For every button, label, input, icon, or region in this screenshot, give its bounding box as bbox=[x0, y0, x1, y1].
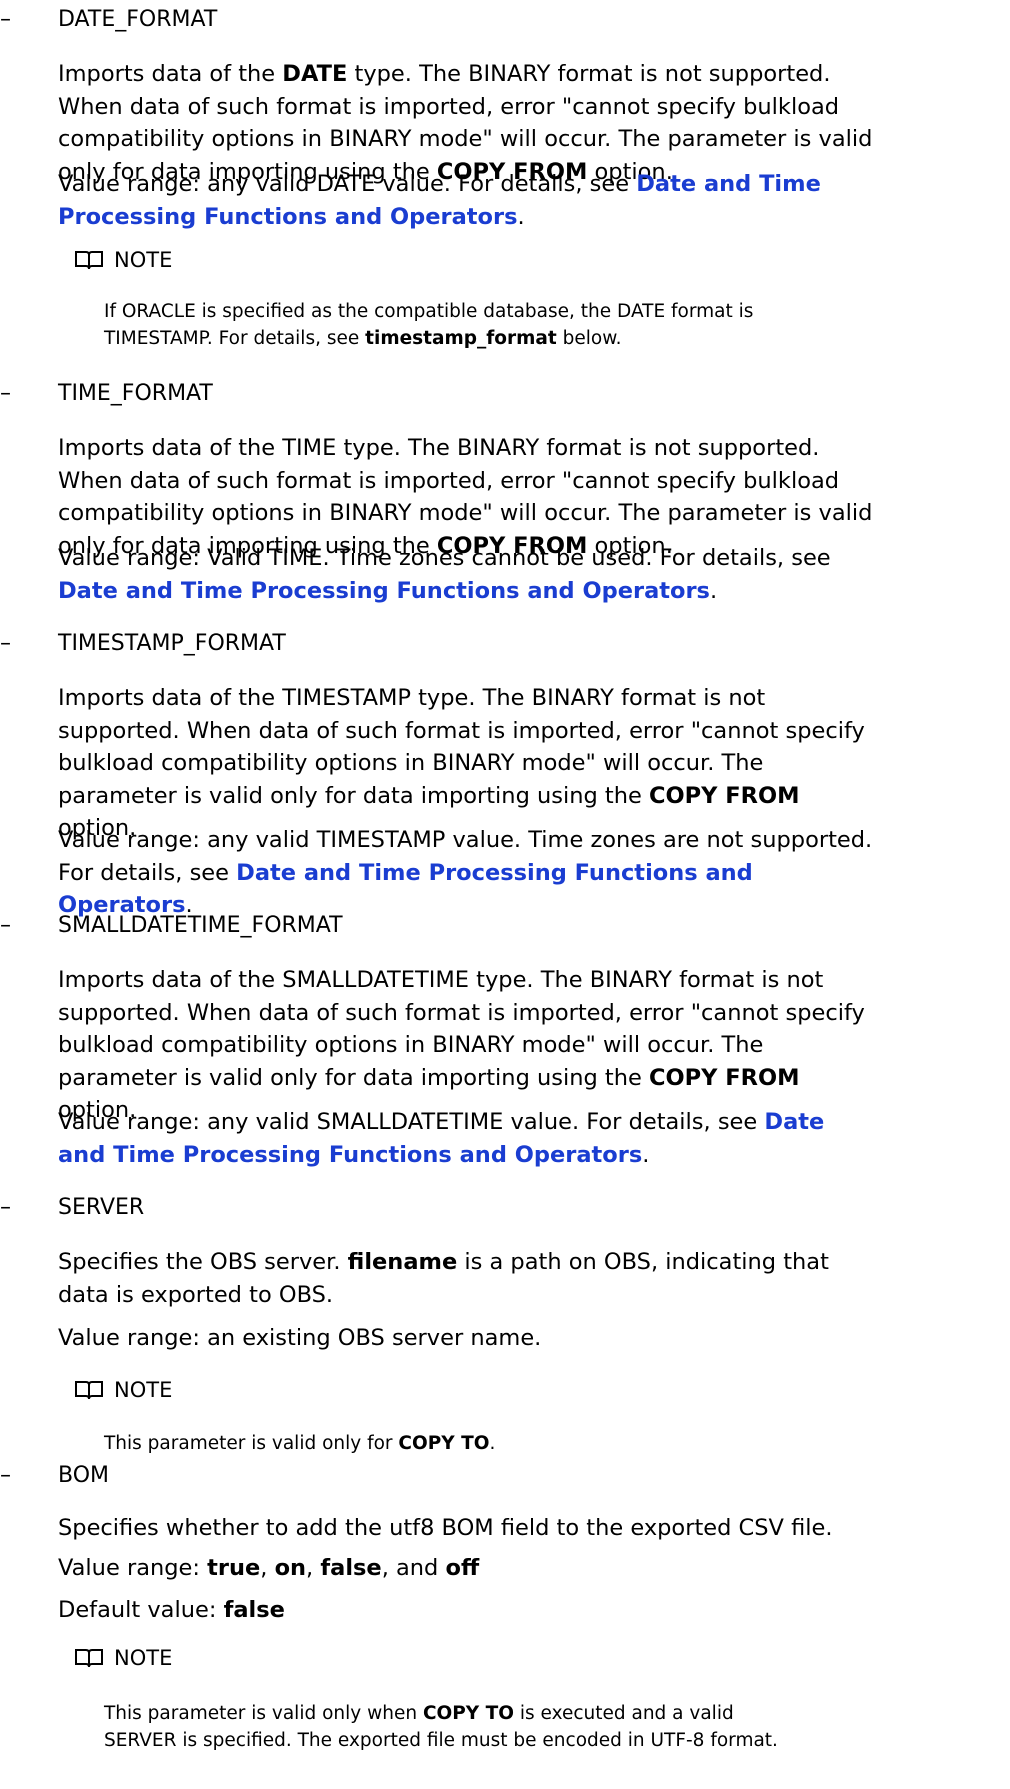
note-label: NOTE bbox=[114, 1378, 173, 1402]
param-value-range: Value range: Valid TIME. Time zones cann… bbox=[58, 545, 831, 604]
book-icon bbox=[75, 1381, 103, 1400]
param-value-range: Value range: any valid DATE value. For d… bbox=[58, 171, 821, 230]
document-page: – DATE_FORMAT Imports data of the DATE t… bbox=[0, 0, 1010, 1789]
param-title: TIMESTAMP_FORMAT bbox=[58, 631, 286, 656]
list-dash: – bbox=[0, 631, 11, 656]
note-heading: NOTE bbox=[74, 1644, 172, 1672]
list-dash: – bbox=[0, 1463, 11, 1488]
list-dash: – bbox=[0, 7, 11, 32]
param-title: TIME_FORMAT bbox=[58, 381, 213, 406]
note-label: NOTE bbox=[114, 1646, 173, 1670]
note-label: NOTE bbox=[114, 248, 173, 272]
list-dash: – bbox=[0, 1195, 11, 1220]
param-description: Imports data of the TIMESTAMP type. The … bbox=[58, 685, 865, 841]
param-title: BOM bbox=[58, 1463, 110, 1488]
param-value-range: Value range: an existing OBS server name… bbox=[58, 1325, 542, 1351]
param-default-value: Default value: false bbox=[58, 1597, 285, 1623]
list-dash: – bbox=[0, 913, 11, 938]
param-description: Specifies the OBS server. filename is a … bbox=[58, 1249, 829, 1308]
note-text: If ORACLE is specified as the compatible… bbox=[104, 301, 754, 349]
param-value-range: Value range: true, on, false, and off bbox=[58, 1555, 480, 1581]
list-dash: – bbox=[0, 381, 11, 406]
param-title: SERVER bbox=[58, 1195, 145, 1220]
book-icon bbox=[75, 251, 103, 270]
note-text: This parameter is valid only when COPY T… bbox=[104, 1703, 778, 1751]
param-value-range: Value range: any valid TIMESTAMP value. … bbox=[58, 827, 873, 918]
param-description: Imports data of the SMALLDATETIME type. … bbox=[58, 967, 865, 1123]
param-title: SMALLDATETIME_FORMAT bbox=[58, 913, 343, 938]
param-description: Specifies whether to add the utf8 BOM fi… bbox=[58, 1515, 833, 1541]
note-heading: NOTE bbox=[74, 246, 172, 274]
note-text: This parameter is valid only for COPY TO… bbox=[104, 1433, 496, 1454]
param-title: DATE_FORMAT bbox=[58, 7, 218, 32]
note-heading: NOTE bbox=[74, 1376, 172, 1404]
link-date-time-functions[interactable]: Date and Time Processing Functions and O… bbox=[58, 578, 710, 604]
param-value-range: Value range: any valid SMALLDATETIME val… bbox=[58, 1109, 825, 1168]
book-icon bbox=[75, 1649, 103, 1668]
